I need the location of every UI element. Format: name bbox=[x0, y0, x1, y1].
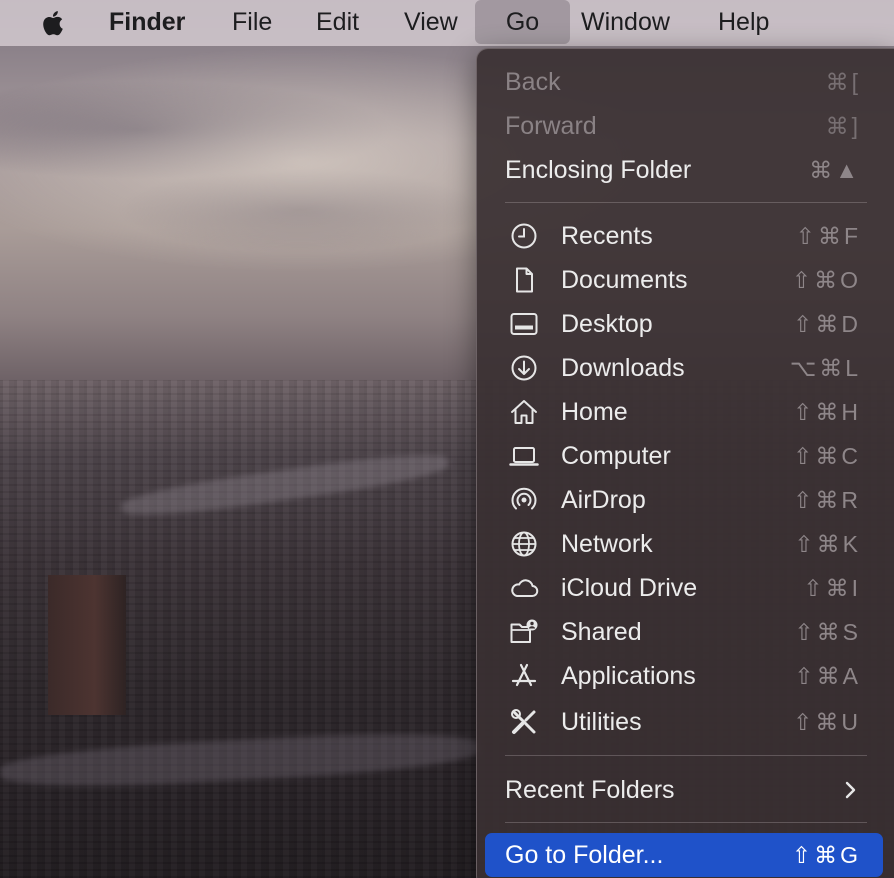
menu-go[interactable]: Go bbox=[475, 0, 570, 44]
menu-item-back[interactable]: Back ⌘[ bbox=[485, 60, 883, 104]
menu-item-label: Downloads bbox=[561, 354, 685, 382]
desktop-icon bbox=[509, 309, 539, 339]
menu-item-shortcut: ⇧⌘O bbox=[791, 267, 861, 293]
menu-item-recents[interactable]: Recents ⇧⌘F bbox=[485, 214, 883, 258]
menu-item-label: Recents bbox=[561, 222, 653, 250]
menu-item-shortcut: ⌥⌘L bbox=[789, 355, 861, 381]
menu-item-icloud-drive[interactable]: iCloud Drive ⇧⌘I bbox=[485, 566, 883, 610]
menu-item-label: Back bbox=[505, 68, 561, 96]
cloud-icon bbox=[509, 573, 539, 603]
menu-item-airdrop[interactable]: AirDrop ⇧⌘R bbox=[485, 478, 883, 522]
shared-folder-icon bbox=[509, 617, 539, 647]
menu-help[interactable]: Help bbox=[704, 0, 783, 44]
menu-item-shortcut: ⇧⌘A bbox=[794, 663, 861, 689]
menu-item-shortcut: ⌘] bbox=[825, 113, 861, 139]
menu-item-label: Shared bbox=[561, 618, 642, 646]
menu-item-shortcut: ⇧⌘U bbox=[793, 709, 861, 735]
globe-icon bbox=[509, 529, 539, 559]
menu-item-shortcut: ⇧⌘K bbox=[794, 531, 861, 557]
menu-item-shortcut: ⌘[ bbox=[825, 69, 861, 95]
airdrop-icon bbox=[509, 485, 539, 515]
menu-edit[interactable]: Edit bbox=[302, 0, 373, 44]
menu-item-shortcut: ⇧⌘C bbox=[793, 443, 861, 469]
menu-item-shortcut: ⇧⌘S bbox=[794, 619, 861, 645]
menu-item-network[interactable]: Network ⇧⌘K bbox=[485, 522, 883, 566]
applications-icon bbox=[509, 661, 539, 691]
menu-item-shortcut: ⇧⌘I bbox=[803, 575, 861, 601]
menu-item-documents[interactable]: Documents ⇧⌘O bbox=[485, 258, 883, 302]
menu-item-label: Forward bbox=[505, 112, 597, 140]
menu-file[interactable]: File bbox=[218, 0, 286, 44]
wallpaper-river bbox=[119, 447, 451, 523]
menu-item-label: Computer bbox=[561, 442, 671, 470]
menu-item-shortcut: ⌘▲ bbox=[809, 157, 861, 183]
menu-item-label: Recent Folders bbox=[505, 776, 675, 804]
menu-item-applications[interactable]: Applications ⇧⌘A bbox=[485, 654, 883, 698]
menu-item-label: Documents bbox=[561, 266, 688, 294]
menu-item-shortcut: ⇧⌘F bbox=[795, 223, 861, 249]
menu-item-go-to-folder[interactable]: Go to Folder... ⇧⌘G bbox=[485, 833, 883, 877]
menu-item-label: Applications bbox=[561, 662, 696, 690]
laptop-icon bbox=[509, 441, 539, 471]
menu-item-label: Go to Folder... bbox=[505, 841, 664, 869]
apple-logo-icon[interactable] bbox=[38, 7, 70, 39]
download-icon bbox=[509, 353, 539, 383]
menu-item-utilities[interactable]: Utilities ⇧⌘U bbox=[485, 700, 883, 744]
menu-item-label: Desktop bbox=[561, 310, 653, 338]
menu-item-shortcut: ⇧⌘R bbox=[793, 487, 861, 513]
menu-view[interactable]: View bbox=[390, 0, 472, 44]
menu-item-shortcut: ⇧⌘D bbox=[793, 311, 861, 337]
go-menu-dropdown: Back ⌘[ Forward ⌘] Enclosing Folder ⌘▲ R… bbox=[476, 48, 894, 878]
menu-item-shortcut: ⇧⌘G bbox=[791, 842, 861, 868]
menu-item-shared[interactable]: Shared ⇧⌘S bbox=[485, 610, 883, 654]
menu-item-enclosing-folder[interactable]: Enclosing Folder ⌘▲ bbox=[485, 148, 883, 192]
menu-item-computer[interactable]: Computer ⇧⌘C bbox=[485, 434, 883, 478]
menu-item-label: Enclosing Folder bbox=[505, 156, 692, 184]
menu-item-downloads[interactable]: Downloads ⌥⌘L bbox=[485, 346, 883, 390]
chevron-right-icon bbox=[841, 780, 861, 800]
wallpaper-tower bbox=[48, 575, 126, 715]
menu-item-recent-folders[interactable]: Recent Folders bbox=[485, 768, 883, 812]
menu-separator bbox=[505, 202, 867, 203]
menu-item-label: iCloud Drive bbox=[561, 574, 698, 602]
menu-item-label: Home bbox=[561, 398, 628, 426]
menu-separator bbox=[505, 822, 867, 823]
utilities-icon bbox=[509, 707, 539, 737]
clock-icon bbox=[509, 221, 539, 251]
menu-item-home[interactable]: Home ⇧⌘H bbox=[485, 390, 883, 434]
menu-item-label: AirDrop bbox=[561, 486, 646, 514]
menu-item-shortcut: ⇧⌘H bbox=[793, 399, 861, 425]
home-icon bbox=[509, 397, 539, 427]
menu-item-label: Network bbox=[561, 530, 653, 558]
menu-item-label: Utilities bbox=[561, 708, 642, 736]
menu-bar: Finder File Edit View Go Window Help bbox=[0, 0, 894, 46]
document-icon bbox=[509, 265, 539, 295]
menu-window[interactable]: Window bbox=[567, 0, 684, 44]
menu-finder[interactable]: Finder bbox=[95, 0, 199, 44]
menu-item-forward[interactable]: Forward ⌘] bbox=[485, 104, 883, 148]
wallpaper-river-lower bbox=[0, 727, 481, 793]
menu-separator bbox=[505, 755, 867, 756]
menu-item-desktop[interactable]: Desktop ⇧⌘D bbox=[485, 302, 883, 346]
